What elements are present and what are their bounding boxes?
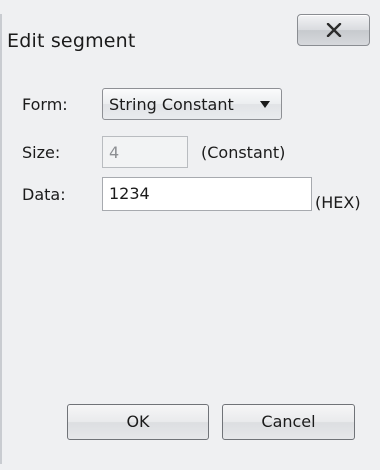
data-label: Data: [22, 185, 66, 204]
data-suffix: (HEX) [315, 193, 361, 212]
window-left-edge [0, 14, 2, 464]
ok-button[interactable]: OK [67, 404, 209, 440]
dropdown-arrow-icon [260, 101, 270, 108]
form-select[interactable]: String Constant [102, 88, 282, 120]
size-field: 4 [102, 136, 188, 168]
window-title: Edit segment [7, 30, 136, 52]
form-label: Form: [22, 95, 68, 114]
close-x-icon [326, 23, 342, 37]
edit-segment-dialog: Edit segment Form: String Constant Size:… [0, 0, 380, 470]
size-label: Size: [22, 143, 61, 162]
data-field[interactable]: 1234 [102, 177, 312, 211]
cancel-button[interactable]: Cancel [222, 404, 355, 440]
size-value: 4 [109, 143, 120, 162]
size-suffix: (Constant) [201, 143, 286, 162]
close-button[interactable] [297, 14, 370, 46]
data-value: 1234 [109, 184, 150, 203]
title-bar[interactable]: Edit segment [0, 0, 380, 66]
form-select-value: String Constant [109, 95, 234, 114]
